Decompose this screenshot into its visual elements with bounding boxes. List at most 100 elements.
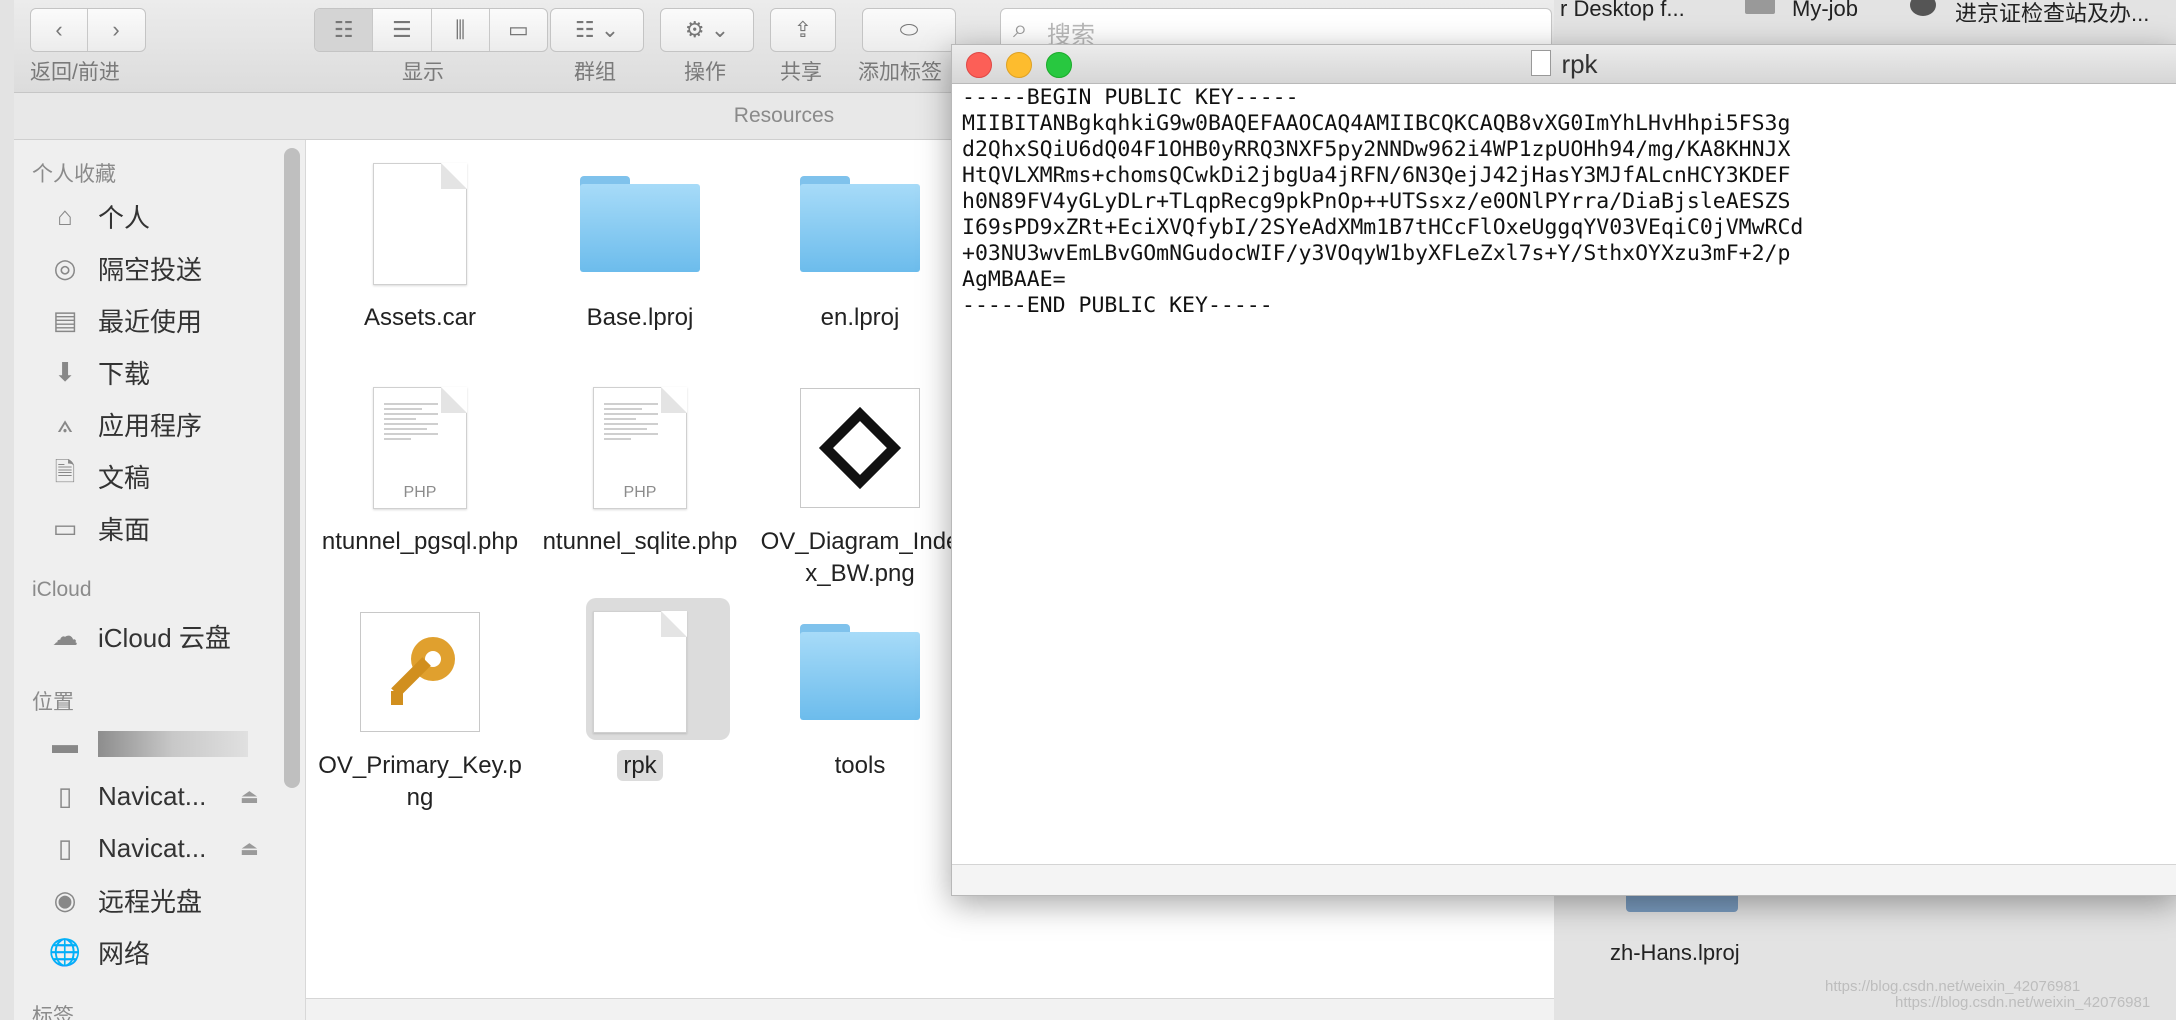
file-name: OV_Primary_Key.png — [318, 752, 522, 811]
textedit-titlebar[interactable]: rpk — [952, 45, 2176, 84]
sidebar-item-network[interactable]: 🌐 网络 — [48, 928, 150, 976]
file-item[interactable]: Base.lproj — [535, 154, 745, 334]
folder-icon — [580, 176, 700, 272]
gallery-view-button[interactable]: ▭ — [490, 9, 547, 51]
documents-icon: 🗎 — [54, 457, 76, 487]
share-button[interactable]: ⇪ — [770, 8, 836, 52]
desktop-folder-label[interactable]: zh-Hans.lproj — [1610, 940, 1740, 966]
file-item[interactable]: tools — [755, 602, 965, 782]
columns-icon: ⫼ — [455, 17, 466, 42]
textedit-window: rpk -----BEGIN PUBLIC KEY----- MIIBITANB… — [951, 44, 2176, 896]
disk-icon: ▯ — [57, 832, 73, 863]
textedit-title: rpk — [952, 49, 2176, 80]
folder-icon — [1745, 0, 1775, 14]
document-icon — [373, 163, 467, 285]
file-item[interactable]: PHP ntunnel_sqlite.php — [535, 378, 745, 558]
share-label: 共享 — [780, 61, 822, 84]
home-icon: ⌂ — [57, 200, 73, 231]
tag-label: 添加标签 — [858, 61, 942, 84]
file-name: rpk — [535, 750, 745, 782]
search-icon: ⌕ — [1013, 13, 1028, 43]
watermark: https://blog.csdn.net/weixin_42076981 — [1825, 978, 2081, 995]
desktop-item-3[interactable]: 进京证检查站及办... — [1955, 0, 2149, 28]
file-item-selected[interactable]: rpk — [535, 602, 745, 782]
sidebar-item-home[interactable]: ⌂ 个人 — [48, 192, 150, 240]
list-icon: ☰ — [392, 17, 412, 42]
column-view-button[interactable]: ⫼ — [432, 9, 490, 51]
grid-icon: ☷ — [333, 17, 354, 42]
eject-icon[interactable]: ⏏ — [240, 836, 259, 861]
desktop-icon: ▭ — [52, 512, 78, 543]
share-icon: ⇪ — [793, 17, 813, 42]
sidebar-item-desktop[interactable]: ▭ 桌面 — [48, 504, 150, 552]
chevron-right-icon: › — [112, 17, 120, 42]
sidebar-item-remote-disc[interactable]: ◉ 远程光盘 — [48, 876, 202, 924]
file-name: en.lproj — [820, 304, 900, 331]
document-icon — [593, 611, 687, 733]
sidebar-item-computer[interactable]: ▬ — [48, 720, 248, 768]
downloads-icon: ⬇ — [54, 356, 76, 387]
back-forward-control: ‹ › — [30, 8, 146, 52]
tag-icon: ⬭ — [899, 17, 919, 42]
sidebar-scrollbar[interactable] — [284, 148, 300, 788]
chevron-left-icon: ‹ — [55, 17, 63, 42]
folder-icon — [800, 176, 920, 272]
path-status-bar — [306, 998, 1554, 1020]
watermark: https://blog.csdn.net/weixin_42076981 — [1895, 994, 2151, 1011]
icon-view-button[interactable]: ☷ — [315, 9, 374, 51]
php-file-icon: PHP — [593, 387, 687, 509]
file-item[interactable]: PHP ntunnel_pgsql.php — [315, 378, 525, 558]
file-item[interactable]: en.lproj — [755, 154, 965, 334]
icloud-heading: iCloud — [32, 578, 92, 601]
forward-button[interactable]: › — [88, 9, 144, 51]
favorites-heading: 个人收藏 — [32, 163, 116, 186]
group-button[interactable]: ☷ ⌄ — [550, 8, 644, 52]
action-label: 操作 — [684, 61, 726, 84]
text-editor[interactable]: -----BEGIN PUBLIC KEY----- MIIBITANBgkqh… — [962, 85, 2176, 865]
gallery-icon: ▭ — [507, 17, 529, 42]
file-item[interactable]: OV_Diagram_Index_BW.png — [755, 378, 965, 590]
gear-icon: ⚙ ⌄ — [684, 17, 730, 42]
file-item[interactable]: OV_Primary_Key.png — [315, 602, 525, 814]
desktop-item-1[interactable]: r Desktop f... — [1560, 0, 1685, 22]
action-button[interactable]: ⚙ ⌄ — [660, 8, 754, 52]
sidebar-item-recents[interactable]: ▤ 最近使用 — [48, 296, 202, 344]
key-icon — [360, 612, 480, 732]
sidebar-item-airdrop[interactable]: ◎ 隔空投送 — [48, 244, 202, 292]
group-label: 群组 — [574, 61, 616, 84]
file-name: OV_Diagram_Index_BW.png — [760, 528, 960, 587]
file-item[interactable]: Assets.car — [315, 154, 525, 334]
document-icon — [1531, 50, 1552, 76]
locations-heading: 位置 — [32, 691, 74, 714]
group-icon: ☷ ⌄ — [574, 17, 620, 42]
sidebar-item-navicat-1[interactable]: ▯ Navicat... — [48, 772, 207, 820]
redacted-computer-name — [98, 731, 248, 757]
tags-heading: 标签 — [32, 1005, 74, 1020]
eject-icon[interactable]: ⏏ — [240, 784, 259, 809]
sidebar-item-downloads[interactable]: ⬇ 下载 — [48, 348, 150, 396]
list-view-button[interactable]: ☰ — [373, 9, 432, 51]
recents-icon: ▤ — [52, 304, 78, 335]
diagram-thumbnail-icon — [800, 388, 920, 508]
disk-icon: ▯ — [57, 780, 73, 811]
sidebar-item-documents[interactable]: 🗎 文稿 — [48, 452, 150, 500]
back-button[interactable]: ‹ — [31, 9, 88, 51]
airdrop-icon: ◎ — [53, 252, 77, 283]
computer-icon: ▬ — [52, 728, 78, 759]
desktop-item-2[interactable]: My-job — [1792, 0, 1858, 22]
sidebar-item-applications[interactable]: ⟑ 应用程序 — [48, 400, 202, 448]
remote-disc-icon: ◉ — [53, 884, 77, 915]
folder-icon — [800, 624, 920, 720]
back-forward-label: 返回/前进 — [30, 61, 120, 84]
file-name: Base.lproj — [586, 304, 694, 331]
sidebar-item-navicat-2[interactable]: ▯ Navicat... — [48, 824, 207, 872]
view-label: 显示 — [402, 61, 444, 84]
file-name: ntunnel_pgsql.php — [321, 528, 519, 555]
sidebar-item-icloud-drive[interactable]: ☁ iCloud 云盘 — [48, 612, 231, 660]
file-name: Assets.car — [363, 304, 477, 331]
textedit-bottom-bar — [952, 864, 2176, 895]
applications-icon: ⟑ — [57, 408, 73, 438]
view-control: ☷ ☰ ⫼ ▭ — [314, 8, 548, 52]
tag-button[interactable]: ⬭ — [862, 8, 956, 52]
file-name: ntunnel_sqlite.php — [542, 528, 738, 555]
